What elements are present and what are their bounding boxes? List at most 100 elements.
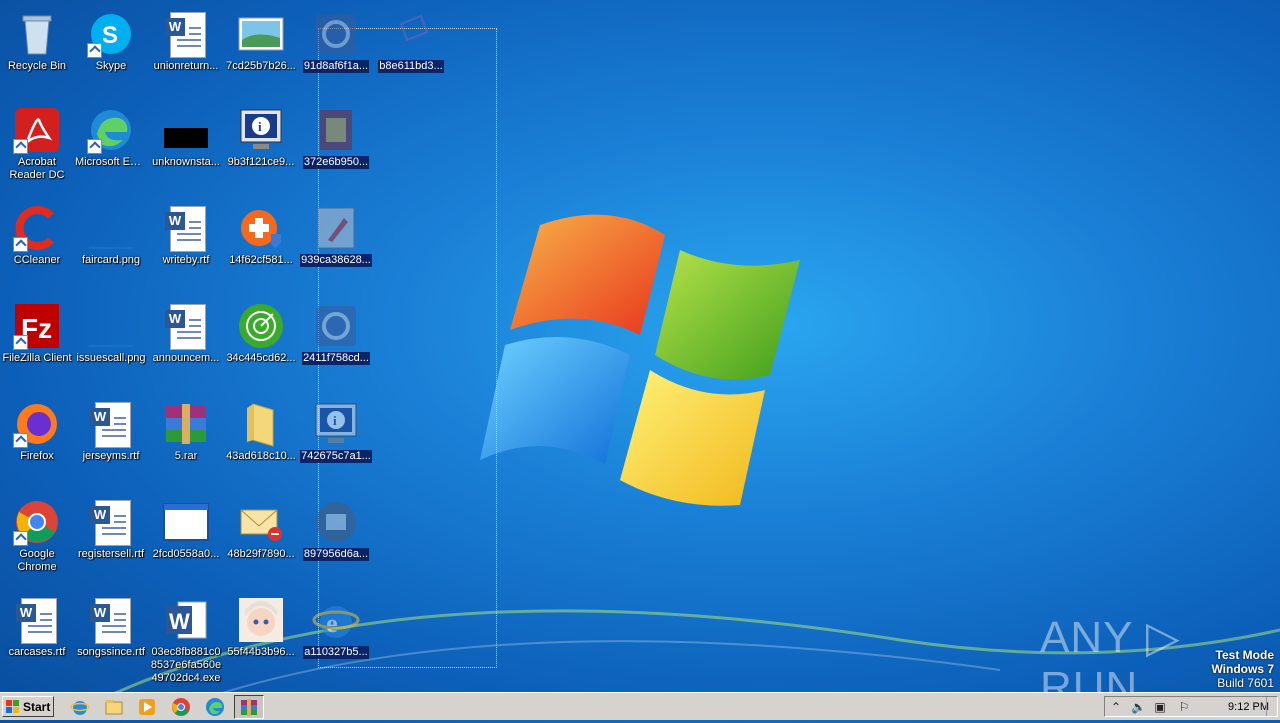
shortcut-arrow-icon [87,139,102,154]
windows-flag-icon [6,700,19,713]
desktop[interactable]: Recycle Bin Acrobat Reader DC CCleaner F… [0,0,1280,692]
desktop-icon-filezilla[interactable]: Fz FileZilla Client [0,298,74,365]
icon-label: jerseyms.rtf [82,450,140,462]
icon-label: 91d8af6f1a... [302,60,370,73]
desktop-icon-edge[interactable]: Microsoft Edge [74,102,148,169]
desktop-icon-acrobat[interactable]: Acrobat Reader DC [0,102,74,182]
icon-label: 2fcd0558a0... [152,548,220,560]
desktop-icon-372e6b950[interactable]: 372e6b950... [299,102,373,174]
volume-icon[interactable]: 🔈 [1131,700,1146,714]
desktop-icon-91d8af6f1a[interactable]: 91d8af6f1a... [299,6,373,78]
desktop-icon-897956d6a[interactable]: 897956d6a... [299,494,373,566]
desktop-icon-firefox[interactable]: Firefox [0,396,74,463]
desktop-icon-skype[interactable]: S Skype [74,6,148,73]
icon-label: Acrobat Reader DC [9,156,65,181]
black-image-icon [162,106,210,154]
desktop-icon-03ec8fb881[interactable]: W 03ec8fb881c08537e6fa560e49702dc4.exe [149,592,223,685]
app-icon [312,10,360,58]
installer-shield-icon [237,204,285,252]
chrome-icon[interactable] [171,697,191,717]
desktop-icon-2411f758cd[interactable]: 2411f758cd... [299,298,373,370]
icon-label: 372e6b950... [302,156,370,169]
start-label: Start [23,700,51,714]
word-document-icon: W [87,498,135,546]
internet-explorer-icon[interactable] [70,697,90,717]
action-center-flag-icon[interactable]: ⚐ [1177,700,1191,714]
desktop-icon-7cd25b7b26[interactable]: 7cd25b7b26... [224,6,298,73]
desktop-icon-742675c7a1[interactable]: i 742675c7a1... [299,396,373,468]
desktop-icon-recycle-bin[interactable]: Recycle Bin [0,6,74,73]
desktop-icon-a110327b5[interactable]: e a110327b5... [299,592,373,664]
info-monitor-icon: i [312,400,360,448]
winrar-taskbar-button[interactable] [234,695,264,719]
icon-label: 7cd25b7b26... [226,60,296,72]
skype-icon: S [87,10,135,58]
edge-icon[interactable] [205,697,225,717]
internet-explorer-icon: e [312,596,360,644]
word-document-icon: W [87,400,135,448]
file-explorer-icon[interactable] [104,697,124,717]
ccleaner-icon [13,204,61,252]
desktop-icon-9b3f121ce9[interactable]: i 9b3f121ce9... [224,102,298,169]
icon-label: Firefox [20,450,54,462]
desktop-icon-carcases[interactable]: W carcases.rtf [0,592,74,659]
word-document-icon: W [162,10,210,58]
desktop-icon-unionreturn[interactable]: W unionreturn... [149,6,223,73]
app-icon [387,10,435,58]
desktop-icon-b8e611bd3[interactable]: b8e611bd3... [374,6,448,78]
windows-logo-wallpaper [480,214,800,506]
image-file-icon [87,302,135,350]
icon-label: 2411f758cd... [302,352,370,365]
mail-icon [237,498,285,546]
network-icon[interactable]: ▣ [1153,700,1167,714]
desktop-icon-43ad618c10[interactable]: 43ad618c10... [224,396,298,463]
desktop-icon-2fcd0558a0[interactable]: 2fcd0558a0... [149,494,223,561]
icon-label: Skype [95,60,127,72]
radar-app-icon [237,302,285,350]
desktop-icon-registersell[interactable]: W registersell.rtf [74,494,148,561]
system-tray: ⌃ 🔈 ▣ ⚐ 9:12 PM [1104,696,1278,717]
desktop-icon-14f62cf581[interactable]: 14f62cf581... [224,200,298,267]
desktop-icon-announcem[interactable]: W announcem... [149,298,223,365]
winrar-icon [241,699,257,716]
icon-label: 5.rar [174,450,198,462]
show-desktop-button[interactable] [1266,697,1277,716]
icon-label: faircard.png [81,254,141,266]
desktop-icon-34c445cd62[interactable]: 34c445cd62... [224,298,298,365]
desktop-icon-chrome[interactable]: Google Chrome [0,494,74,574]
firefox-icon [13,400,61,448]
show-hidden-icons-icon[interactable]: ⌃ [1109,700,1123,714]
shortcut-arrow-icon [13,237,28,252]
svg-text:S: S [102,22,118,49]
desktop-icon-939ca38628[interactable]: 939ca38628... [299,200,373,272]
word-document-icon: W [162,204,210,252]
clock[interactable]: 9:12 PM [1228,701,1269,713]
desktop-icon-55f44b3b96[interactable]: 55f44b3b96... [224,592,298,659]
icon-label: Google Chrome [17,548,57,573]
icon-label: 9b3f121ce9... [227,156,295,168]
desktop-icon-unknownsta[interactable]: unknownsta... [149,102,223,169]
word-exe-icon: W [162,596,210,644]
media-player-icon[interactable] [137,697,157,717]
desktop-icon-issuescall[interactable]: issuescall.png [74,298,148,365]
shortcut-arrow-icon [13,335,28,350]
app-icon [312,106,360,154]
desktop-icon-faircard[interactable]: faircard.png [74,200,148,267]
start-button[interactable]: Start [2,696,54,717]
desktop-icon-writeby[interactable]: W writeby.rtf [149,200,223,267]
icon-label: unionreturn... [153,60,219,72]
desktop-icon-ccleaner[interactable]: CCleaner [0,200,74,267]
desktop-icon-songssince[interactable]: W songssince.rtf [74,592,148,659]
image-thumbnail-icon [237,10,285,58]
word-document-icon: W [13,596,61,644]
icon-label: writeby.rtf [162,254,210,266]
build-label: Build 7601 [1217,676,1274,690]
desktop-icon-48b29f7890[interactable]: 48b29f7890... [224,494,298,561]
icon-label: announcem... [152,352,220,364]
desktop-icon-jerseyms[interactable]: W jerseyms.rtf [74,396,148,463]
icon-label: Microsoft Edge [75,156,148,168]
os-info: Test Mode Windows 7 Build 7601 [1211,648,1274,690]
icon-label: 43ad618c10... [226,450,296,462]
icon-label: FileZilla Client [2,352,72,364]
desktop-icon-5rar[interactable]: 5.rar [149,396,223,463]
